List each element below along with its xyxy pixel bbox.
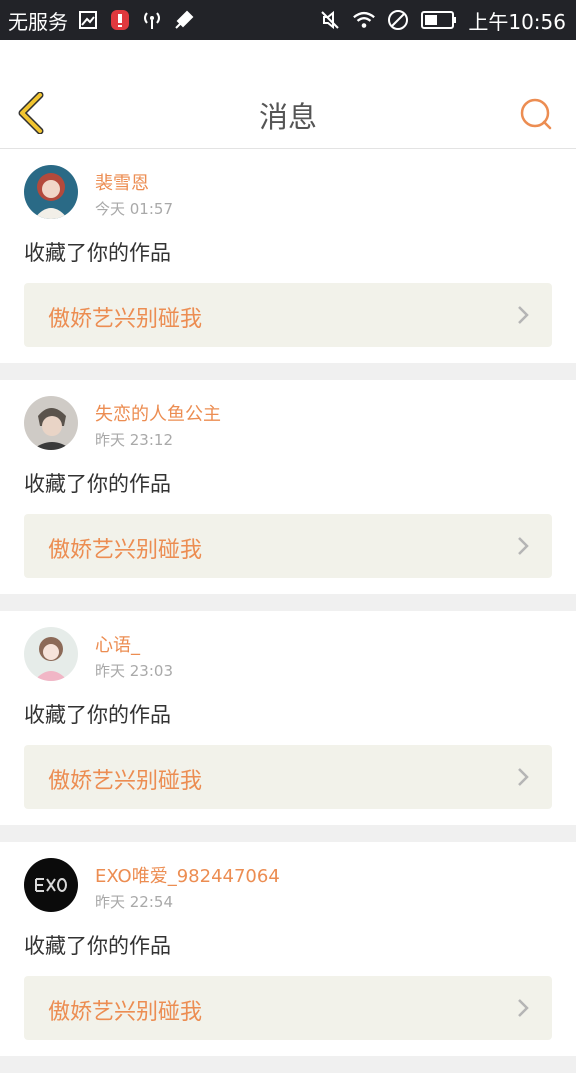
action-text: 收藏了你的作品 [24,934,171,958]
search-icon [520,98,552,130]
chevron-right-icon [518,537,529,555]
status-bar: 无服务 上午10:56 [0,0,576,40]
chevron-right-icon [518,306,529,324]
timestamp: 昨天 23:03 [95,662,173,680]
no-sim-icon [386,8,410,32]
action-text: 收藏了你的作品 [24,241,171,265]
tools-icon [172,8,196,32]
avatar[interactable] [24,858,78,912]
work-link[interactable]: 傲娇艺兴别碰我 [24,745,552,809]
work-link[interactable]: 傲娇艺兴别碰我 [24,976,552,1040]
carrier-label: 无服务 [8,9,68,34]
avatar[interactable] [24,165,78,219]
work-title: 傲娇艺兴别碰我 [48,538,203,563]
clock: 上午10:56 [468,9,566,34]
work-title: 傲娇艺兴别碰我 [48,307,203,332]
username[interactable]: EXO唯爱_982447064 [95,862,280,888]
action-text: 收藏了你的作品 [24,472,171,496]
work-link[interactable]: 傲娇艺兴别碰我 [24,283,552,347]
timestamp: 昨天 22:54 [95,893,173,911]
mute-icon [318,8,342,32]
search-button[interactable] [518,96,554,132]
wifi-icon [352,8,376,32]
battery-icon [420,8,458,32]
notification-list: 裴雪恩 今天 01:57 收藏了你的作品 傲娇艺兴别碰我 失恋的人鱼公主 昨天 … [0,149,576,1073]
notification-card: 心语_ 昨天 23:03 收藏了你的作品 傲娇艺兴别碰我 [0,611,576,825]
username[interactable]: 心语_ [95,631,140,657]
image-icon [76,8,100,32]
hotspot-icon [140,8,164,32]
chevron-right-icon [518,999,529,1017]
notification-card: 失恋的人鱼公主 昨天 23:12 收藏了你的作品 傲娇艺兴别碰我 [0,380,576,594]
work-title: 傲娇艺兴别碰我 [48,1000,203,1025]
app-header: 消息 [0,40,576,149]
username[interactable]: 失恋的人鱼公主 [95,400,221,426]
username[interactable]: 裴雪恩 [95,169,149,195]
action-text: 收藏了你的作品 [24,703,171,727]
notification-card: 裴雪恩 今天 01:57 收藏了你的作品 傲娇艺兴别碰我 [0,149,576,363]
alert-notification-icon [108,8,132,32]
chevron-right-icon [518,768,529,786]
work-link[interactable]: 傲娇艺兴别碰我 [24,514,552,578]
avatar[interactable] [24,627,78,681]
timestamp: 今天 01:57 [95,200,173,218]
timestamp: 昨天 23:12 [95,431,173,449]
page-title: 消息 [258,100,317,134]
work-title: 傲娇艺兴别碰我 [48,769,203,794]
avatar[interactable] [24,396,78,450]
